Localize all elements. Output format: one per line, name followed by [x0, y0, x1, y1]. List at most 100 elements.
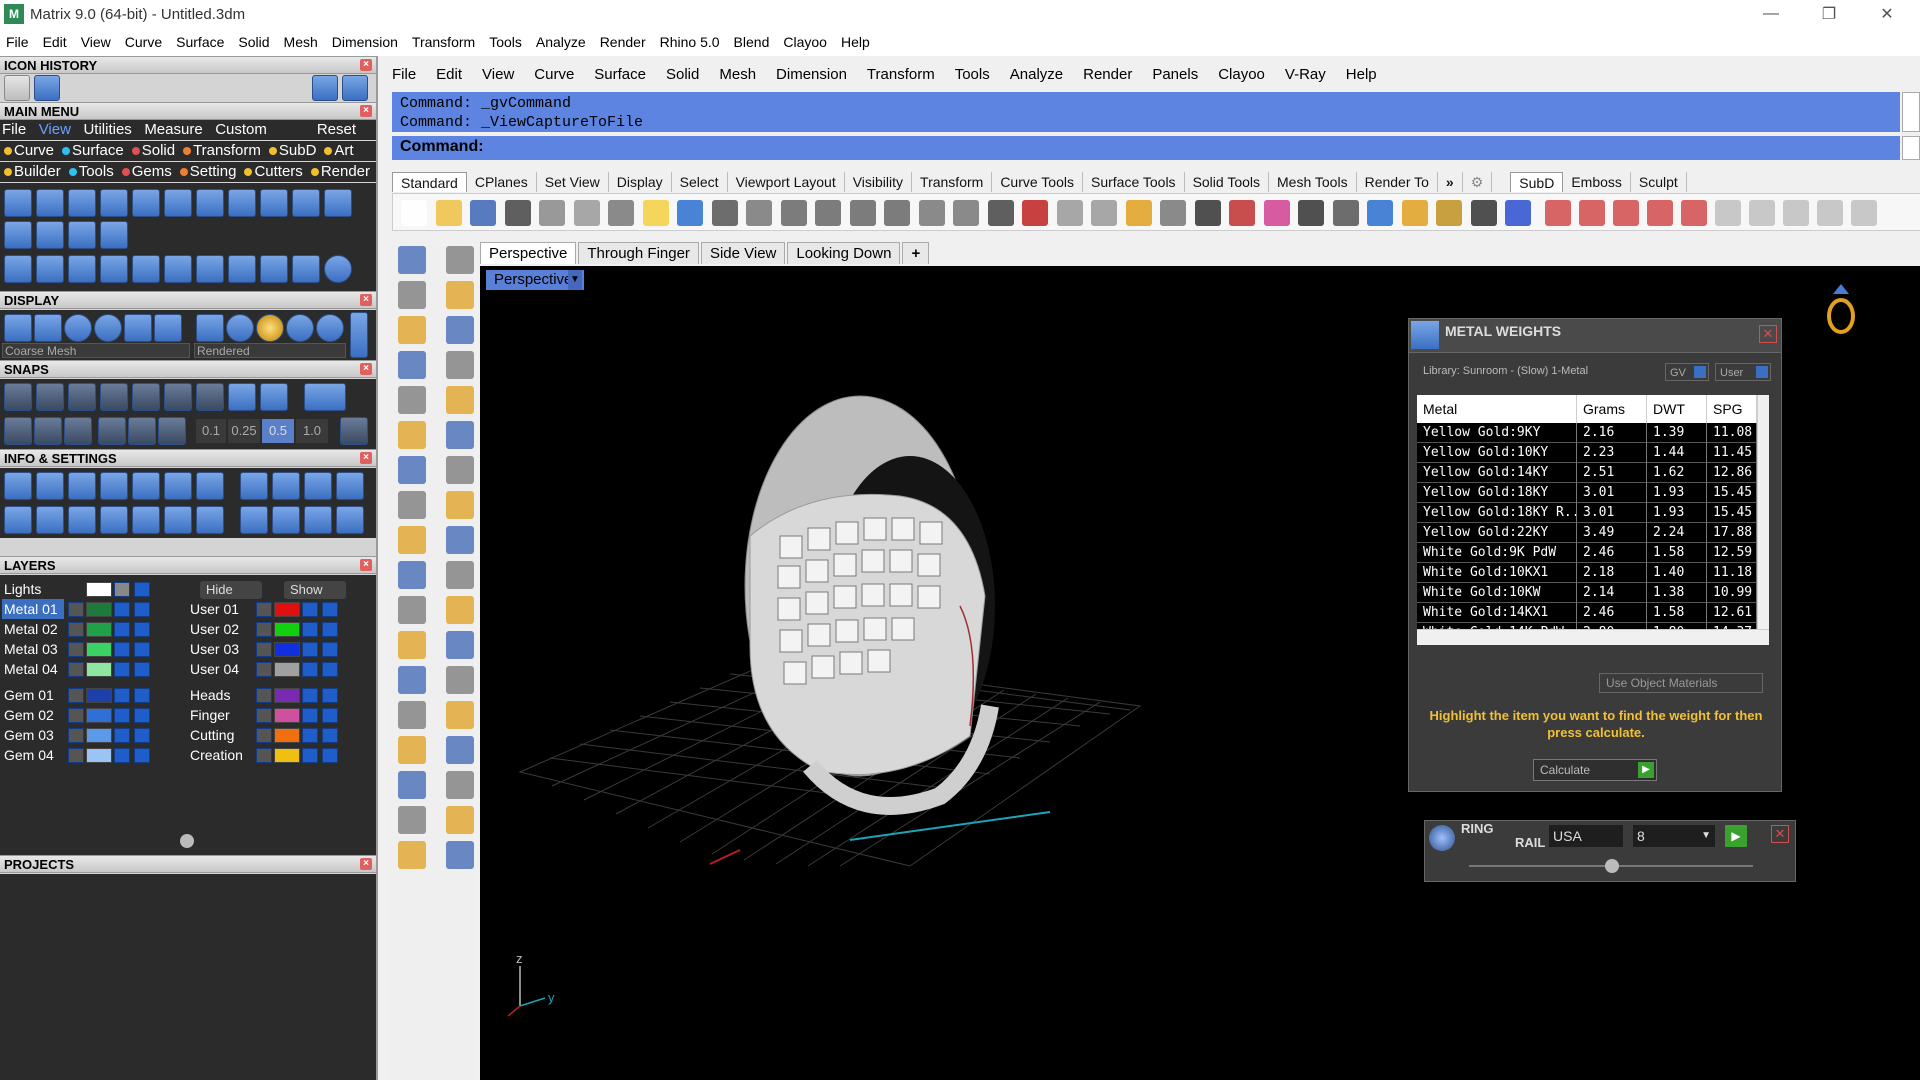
- vertical-tool-icon[interactable]: [398, 421, 426, 449]
- table-vertical-scrollbar[interactable]: [1757, 395, 1769, 629]
- settings-icon[interactable]: [36, 506, 64, 534]
- reset-button[interactable]: Reset: [317, 120, 356, 140]
- layer-color[interactable]: [274, 748, 300, 763]
- chevron-down-icon[interactable]: ▼: [1701, 825, 1711, 847]
- vertical-tool-icon[interactable]: [446, 596, 474, 624]
- main-menu-item-cutters[interactable]: Cutters: [240, 163, 303, 180]
- vertical-tool-icon[interactable]: [398, 246, 426, 274]
- layer-color[interactable]: [86, 688, 112, 703]
- tool-icon[interactable]: [324, 189, 352, 217]
- vertical-tool-icon[interactable]: [446, 806, 474, 834]
- snap-icon[interactable]: [64, 417, 92, 445]
- lock-icon[interactable]: [114, 748, 130, 763]
- tool-icon[interactable]: [36, 255, 64, 283]
- layer-color[interactable]: [86, 728, 112, 743]
- play-icon[interactable]: ▶: [1638, 762, 1654, 778]
- search-icon[interactable]: [36, 472, 64, 500]
- lock-icon[interactable]: [114, 728, 130, 743]
- calculate-button[interactable]: Calculate ▶: [1533, 759, 1657, 781]
- main-menu-item-curve[interactable]: Curve: [0, 142, 54, 159]
- vertical-tool-icon[interactable]: [398, 561, 426, 589]
- lock-icon[interactable]: [114, 602, 130, 617]
- vertical-tool-icon[interactable]: [398, 351, 426, 379]
- toolbar-tool-icon[interactable]: [815, 200, 841, 226]
- snap-value-1.0[interactable]: 1.0: [296, 419, 328, 443]
- lock-icon[interactable]: [114, 688, 130, 703]
- settings-icon[interactable]: [4, 472, 32, 500]
- menu-item-panels[interactable]: Panels: [1152, 66, 1198, 83]
- layer-color[interactable]: [86, 708, 112, 723]
- menu-item-help[interactable]: Help: [1346, 66, 1377, 83]
- settings-icon[interactable]: [132, 472, 160, 500]
- toolbar-tool-icon[interactable]: [1125, 200, 1152, 226]
- menu-item-tools[interactable]: Tools: [955, 66, 990, 83]
- close-icon[interactable]: ×: [360, 858, 372, 870]
- tool-icon[interactable]: [164, 189, 192, 217]
- main-menu-item-subd[interactable]: SubD: [265, 142, 316, 159]
- layer-color[interactable]: [274, 622, 300, 637]
- settings-icon[interactable]: [304, 472, 332, 500]
- vertical-tool-icon[interactable]: [398, 491, 426, 519]
- sphere-icon[interactable]: [64, 314, 92, 342]
- table-row[interactable]: Yellow Gold:18KY 3.01 1.93 15.45: [1417, 483, 1757, 503]
- snap-value-0.25[interactable]: 0.25: [228, 419, 260, 443]
- column-header-dwt[interactable]: DWT: [1647, 395, 1707, 423]
- subd-tool-icon[interactable]: [1715, 200, 1741, 226]
- column-header-spg[interactable]: SPG: [1707, 395, 1757, 423]
- viewport-tab-through-finger[interactable]: Through Finger: [578, 242, 699, 264]
- command-scrollbar[interactable]: [1902, 92, 1920, 132]
- lock-icon[interactable]: [114, 662, 130, 677]
- country-select[interactable]: USA: [1549, 825, 1623, 847]
- settings-icon[interactable]: [68, 472, 96, 500]
- mesh-select[interactable]: Coarse Mesh: [2, 343, 190, 358]
- viewport-tab-looking-down[interactable]: Looking Down: [787, 242, 901, 264]
- toolbar-tool-icon[interactable]: [918, 200, 945, 226]
- filter-icon[interactable]: [132, 506, 160, 534]
- more-tabs-icon[interactable]: »: [1438, 172, 1463, 192]
- vertical-tool-icon[interactable]: [446, 736, 474, 764]
- lock-icon[interactable]: [114, 708, 130, 723]
- layer-heads[interactable]: Heads: [190, 685, 254, 705]
- close-icon[interactable]: ×: [360, 59, 372, 71]
- close-icon[interactable]: ×: [360, 105, 372, 117]
- toolbar-tool-icon[interactable]: [1332, 200, 1359, 226]
- chevron-right-icon[interactable]: [68, 642, 84, 657]
- tool-icon[interactable]: [4, 221, 32, 249]
- vertical-tool-icon[interactable]: [398, 281, 426, 309]
- menu-item-file[interactable]: File: [6, 34, 29, 50]
- circle-icon[interactable]: [324, 255, 352, 283]
- subd-tool-icon[interactable]: [1681, 200, 1707, 226]
- settings-icon[interactable]: [336, 472, 364, 500]
- subd-tool-icon[interactable]: [1647, 200, 1673, 226]
- toolbar-tool-icon[interactable]: [1091, 200, 1117, 226]
- tab-measure[interactable]: Measure: [144, 121, 202, 138]
- toolbar-tool-icon[interactable]: [1436, 200, 1462, 226]
- vertical-tool-icon[interactable]: [398, 736, 426, 764]
- arrow-left-icon[interactable]: [312, 75, 338, 101]
- visibility-icon[interactable]: [322, 662, 338, 677]
- table-row[interactable]: Yellow Gold:18KY R... 3.01 1.93 15.45: [1417, 503, 1757, 523]
- chevron-right-icon[interactable]: [68, 662, 84, 677]
- vertical-tool-icon[interactable]: [398, 631, 426, 659]
- layer-creation[interactable]: Creation: [190, 745, 254, 765]
- layer-color[interactable]: [274, 688, 300, 703]
- chevron-right-icon[interactable]: [256, 662, 272, 677]
- tab-visibility[interactable]: Visibility: [845, 172, 913, 192]
- command-spinner[interactable]: [1902, 136, 1920, 160]
- toolbar-tool-icon[interactable]: [711, 200, 738, 226]
- lock-icon[interactable]: [302, 708, 318, 723]
- arrow-right-icon[interactable]: [342, 75, 368, 101]
- user-switch[interactable]: [1756, 366, 1768, 378]
- layer-user-02[interactable]: User 02: [190, 619, 254, 639]
- snap-icon[interactable]: [158, 417, 186, 445]
- lock-icon[interactable]: [302, 662, 318, 677]
- tool-icon[interactable]: [292, 255, 320, 283]
- vertical-tool-icon[interactable]: [446, 561, 474, 589]
- sphere-icon[interactable]: [286, 314, 314, 342]
- menu-item-blend[interactable]: Blend: [734, 34, 770, 50]
- main-menu-item-gems[interactable]: Gems: [118, 163, 172, 180]
- menu-item-curve[interactable]: Curve: [125, 34, 162, 50]
- snap-icon[interactable]: [228, 383, 256, 411]
- tool-icon[interactable]: [196, 189, 224, 217]
- grid-icon[interactable]: [340, 417, 368, 445]
